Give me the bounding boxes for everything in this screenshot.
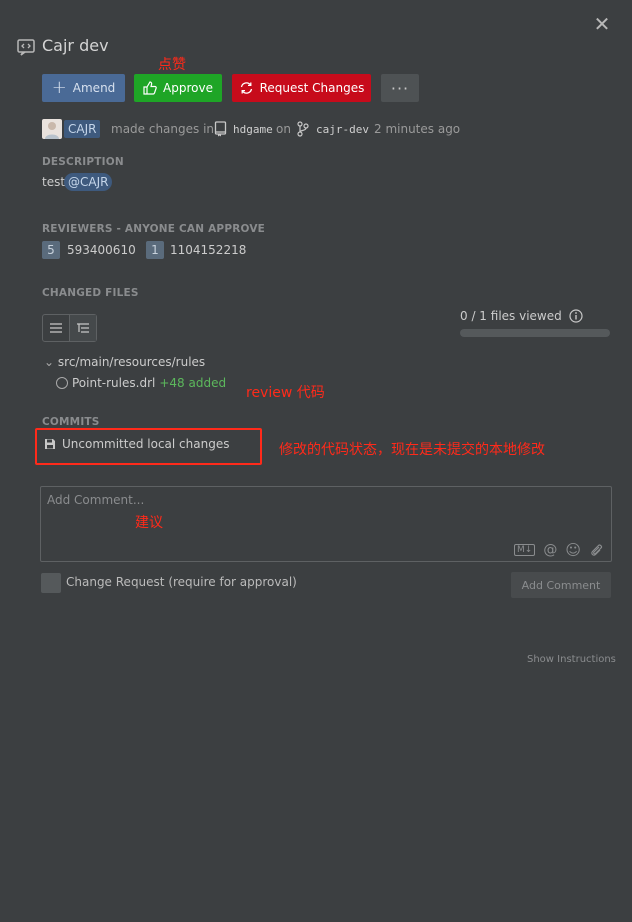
on-text: on: [276, 122, 291, 136]
file-name: Point-rules.drl: [72, 376, 156, 390]
change-request-label: Change Request (require for approval): [66, 575, 297, 589]
branch-name[interactable]: cajr-dev: [316, 123, 369, 136]
made-changes-text: made changes in: [111, 122, 215, 136]
show-instructions-link[interactable]: Show Instructions: [527, 654, 616, 665]
attachment-icon[interactable]: [589, 543, 603, 557]
reviewer-name[interactable]: 1104152218: [170, 243, 246, 257]
timestamp: 2 minutes ago: [374, 122, 461, 136]
pull-request-icon: [17, 39, 35, 56]
description-text: test: [42, 175, 66, 189]
folder-row[interactable]: ⌄ src/main/resources/rules: [44, 355, 205, 369]
reviewer-badge: 1: [146, 241, 164, 259]
annotation-review: review 代码: [246, 385, 325, 401]
files-viewed-count: 0 / 1 files viewed: [460, 309, 562, 323]
request-changes-button[interactable]: Request Changes: [232, 74, 371, 102]
reviewers-header: REVIEWERS - ANYONE CAN APPROVE: [42, 223, 266, 235]
list-view-button[interactable]: [43, 315, 69, 341]
changed-files-header: CHANGED FILES: [42, 287, 139, 299]
list-icon: [50, 323, 62, 333]
plus-icon: +: [51, 77, 67, 98]
info-icon[interactable]: [569, 309, 583, 323]
chevron-down-icon: ⌄: [44, 355, 55, 369]
change-request-checkbox[interactable]: [41, 573, 61, 593]
reviewer-badge: 5: [42, 241, 60, 259]
approve-button[interactable]: Approve: [134, 74, 222, 102]
refresh-icon: [240, 82, 252, 94]
annotation-approve: 点赞: [158, 57, 186, 73]
tree-view-button[interactable]: [69, 315, 96, 341]
comment-placeholder: Add Comment...: [47, 493, 145, 507]
mention-badge[interactable]: @CAJR: [64, 173, 113, 191]
git-branch-icon: [297, 121, 309, 137]
markdown-icon[interactable]: M↓: [514, 544, 536, 556]
tree-icon: [77, 323, 89, 333]
thumbs-up-icon: [143, 81, 157, 95]
unviewed-circle-icon[interactable]: [56, 377, 68, 389]
commit-item[interactable]: Uncommitted local changes: [44, 437, 229, 451]
description-header: DESCRIPTION: [42, 156, 124, 168]
request-changes-label: Request Changes: [259, 81, 365, 95]
file-added-count: +48 added: [159, 376, 227, 390]
page-title: Cajr dev: [42, 36, 109, 55]
file-row[interactable]: Point-rules.drl +48 added: [56, 376, 226, 390]
repository-icon: [214, 121, 227, 137]
folder-path: src/main/resources/rules: [57, 355, 206, 369]
user-badge[interactable]: CAJR: [64, 120, 101, 138]
close-icon[interactable]: ✕: [592, 14, 612, 34]
annotation-comment: 建议: [135, 515, 163, 531]
repo-name[interactable]: hdgame: [233, 123, 273, 136]
commits-header: COMMITS: [42, 416, 100, 428]
avatar: [42, 119, 62, 139]
save-icon: [45, 439, 55, 449]
amend-label: Amend: [72, 81, 116, 95]
amend-button[interactable]: + Amend: [42, 74, 125, 102]
commit-label: Uncommitted local changes: [62, 437, 230, 451]
annotation-commit: 修改的代码状态，现在是未提交的本地修改: [279, 442, 545, 458]
comment-toolbar: M↓ @ ☺: [514, 541, 603, 559]
approve-label: Approve: [163, 81, 213, 95]
view-toggle: [42, 314, 97, 342]
reviewer-name[interactable]: 593400610: [67, 243, 136, 257]
more-button[interactable]: ···: [381, 74, 419, 102]
add-comment-button[interactable]: Add Comment: [511, 572, 611, 598]
mention-icon[interactable]: @: [543, 542, 557, 558]
files-viewed-progress: [460, 329, 610, 337]
emoji-icon[interactable]: ☺: [565, 541, 581, 559]
